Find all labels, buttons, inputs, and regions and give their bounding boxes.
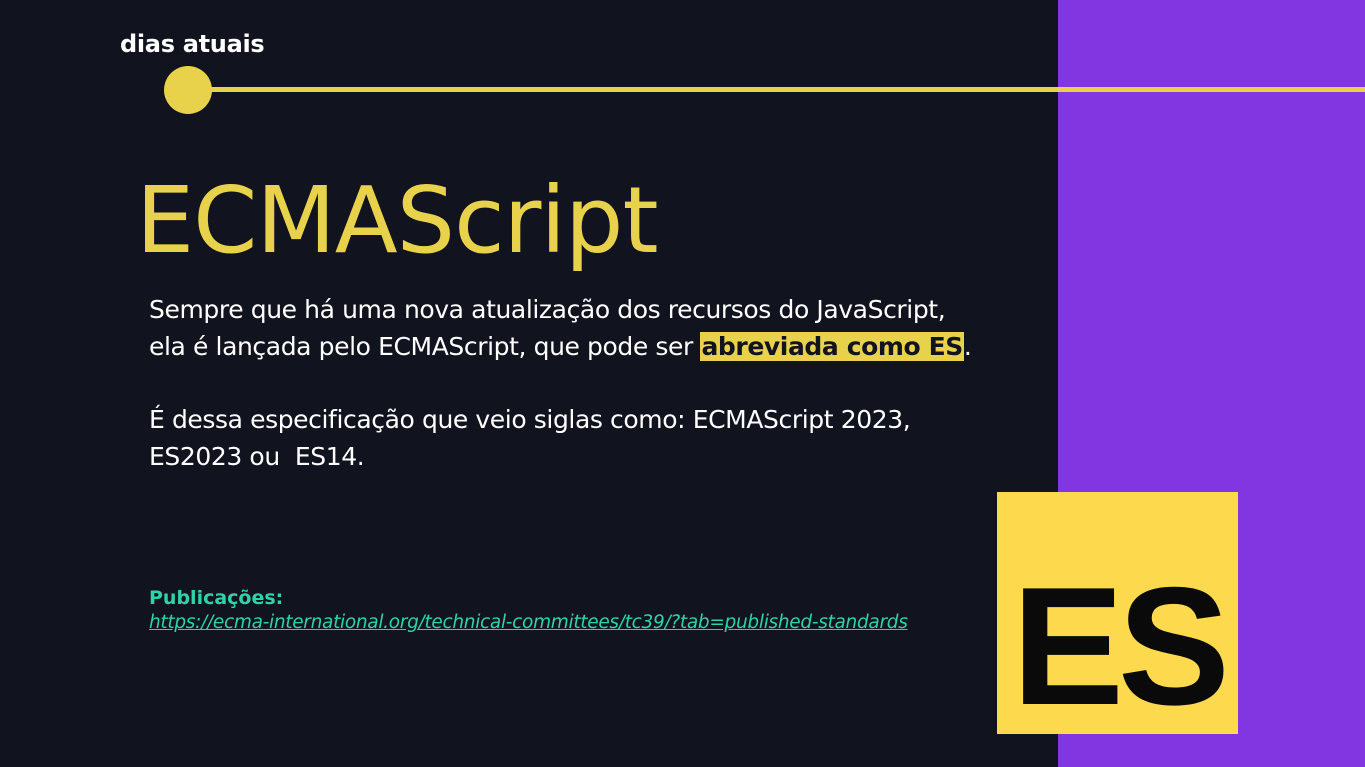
description-line-2: ela é lançada pelo ECMAScript, que pode … bbox=[149, 328, 972, 365]
es-logo-text: ES bbox=[1011, 552, 1230, 740]
publications-label: Publicações: bbox=[149, 587, 284, 609]
publications-link[interactable]: https://ecma-international.org/technical… bbox=[149, 612, 908, 633]
timeline-line bbox=[188, 87, 1365, 92]
description-line-2-text: ela é lançada pelo ECMAScript, que pode … bbox=[149, 332, 701, 361]
section-label: dias atuais bbox=[120, 30, 265, 58]
es-logo: ES bbox=[997, 492, 1238, 734]
acronyms-paragraph: É dessa especificação que veio siglas co… bbox=[149, 401, 911, 475]
highlighted-text: abreviada como ES bbox=[700, 332, 964, 361]
acronyms-line-1: É dessa especificação que veio siglas co… bbox=[149, 405, 911, 434]
description-line-2-end: . bbox=[963, 332, 972, 361]
slide-title: ECMAScript bbox=[136, 167, 659, 274]
description-paragraph: Sempre que há uma nova atualização dos r… bbox=[149, 291, 972, 365]
acronyms-line-2: ES2023 ou ES14. bbox=[149, 442, 365, 471]
description-line-1: Sempre que há uma nova atualização dos r… bbox=[149, 295, 946, 324]
timeline-dot bbox=[164, 66, 212, 114]
slide: dias atuais ECMAScript Sempre que há uma… bbox=[0, 0, 1365, 767]
